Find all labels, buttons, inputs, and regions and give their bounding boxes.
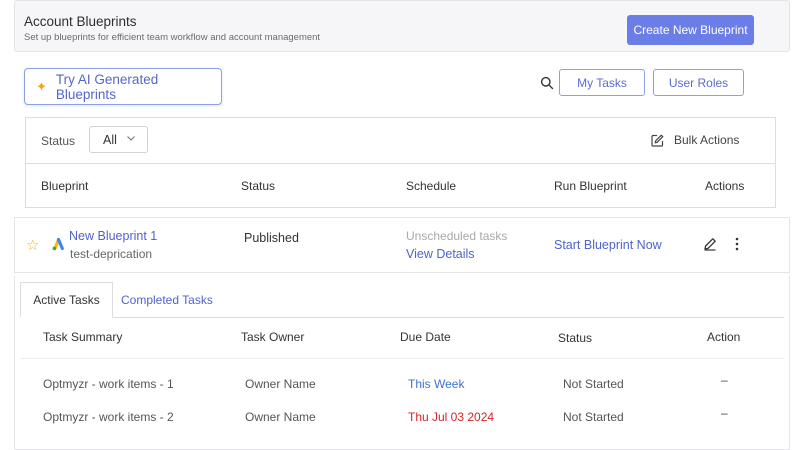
tabs-divider: [20, 317, 784, 318]
task-summary: Optmyzr - work items - 1: [43, 377, 174, 391]
column-header-blueprint: Blueprint: [41, 179, 89, 193]
column-header-schedule: Schedule: [406, 179, 457, 193]
blueprint-row: ☆ New Blueprint 1 test-deprication Publi…: [14, 217, 790, 273]
bulk-actions-label: Bulk Actions: [674, 133, 740, 147]
task-column-summary: Task Summary: [43, 330, 123, 344]
sparkle-icon: ✦: [36, 79, 47, 94]
task-column-status: Status: [558, 331, 593, 345]
column-header-status: Status: [241, 179, 276, 193]
task-due-date: This Week: [408, 377, 465, 391]
create-blueprint-button[interactable]: Create New Blueprint: [627, 15, 754, 45]
task-status: Not Started: [563, 377, 624, 391]
page-header: Account Blueprints Set up blueprints for…: [14, 0, 790, 52]
blueprints-page: Account Blueprints Set up blueprints for…: [14, 0, 790, 450]
page-subtitle: Set up blueprints for efficient team wor…: [24, 32, 321, 43]
schedule-text: Unscheduled tasks: [406, 229, 508, 243]
tab-active-tasks[interactable]: Active Tasks: [20, 282, 113, 318]
edit-square-icon: [651, 134, 664, 147]
more-options-icon[interactable]: [733, 237, 741, 251]
search-icon[interactable]: [540, 76, 554, 90]
status-filter-select[interactable]: All: [89, 126, 148, 153]
column-header-actions: Actions: [705, 179, 745, 193]
task-column-action: Action: [707, 330, 741, 344]
page-title: Account Blueprints: [24, 14, 137, 29]
start-blueprint-link[interactable]: Start Blueprint Now: [554, 238, 662, 252]
status-filter-label: Status: [41, 134, 76, 148]
filter-row: Status All Bulk Actions: [26, 118, 775, 164]
blueprint-account: test-deprication: [70, 247, 153, 261]
favorite-star-icon[interactable]: ☆: [26, 238, 39, 253]
ai-blueprints-label: Try AI Generated Blueprints: [55, 71, 159, 102]
blueprint-name-link[interactable]: New Blueprint 1: [69, 229, 157, 243]
task-column-owner: Task Owner: [241, 330, 305, 344]
blueprint-table-header-panel: Status All Bulk Actions Blueprint Status…: [25, 117, 776, 208]
task-header-divider: [20, 358, 784, 359]
column-header-run-blueprint: Run Blueprint: [554, 179, 627, 193]
task-owner: Owner Name: [245, 410, 316, 424]
tab-completed-tasks[interactable]: Completed Tasks: [121, 282, 213, 318]
task-summary: Optmyzr - work items - 2: [43, 410, 174, 424]
user-roles-button[interactable]: User Roles: [653, 69, 744, 96]
task-status: Not Started: [563, 410, 624, 424]
task-owner: Owner Name: [245, 377, 316, 391]
ai-blueprints-button[interactable]: ✦ Try AI Generated Blueprints: [24, 68, 222, 105]
chevron-down-icon: [127, 136, 135, 141]
blueprint-status: Published: [244, 231, 299, 245]
task-due-date: Thu Jul 03 2024: [408, 410, 495, 424]
pencil-icon[interactable]: [703, 237, 717, 251]
task-column-due-date: Due Date: [400, 330, 451, 344]
status-filter-value: All: [103, 132, 117, 147]
task-panel: Active Tasks Completed Tasks Task Summar…: [14, 276, 790, 450]
view-details-link[interactable]: View Details: [406, 247, 475, 261]
my-tasks-button[interactable]: My Tasks: [559, 69, 645, 96]
task-action[interactable]: –: [721, 373, 728, 387]
google-ads-icon: [52, 237, 64, 251]
task-action[interactable]: –: [721, 406, 728, 420]
bulk-actions-button[interactable]: Bulk Actions: [651, 133, 739, 147]
